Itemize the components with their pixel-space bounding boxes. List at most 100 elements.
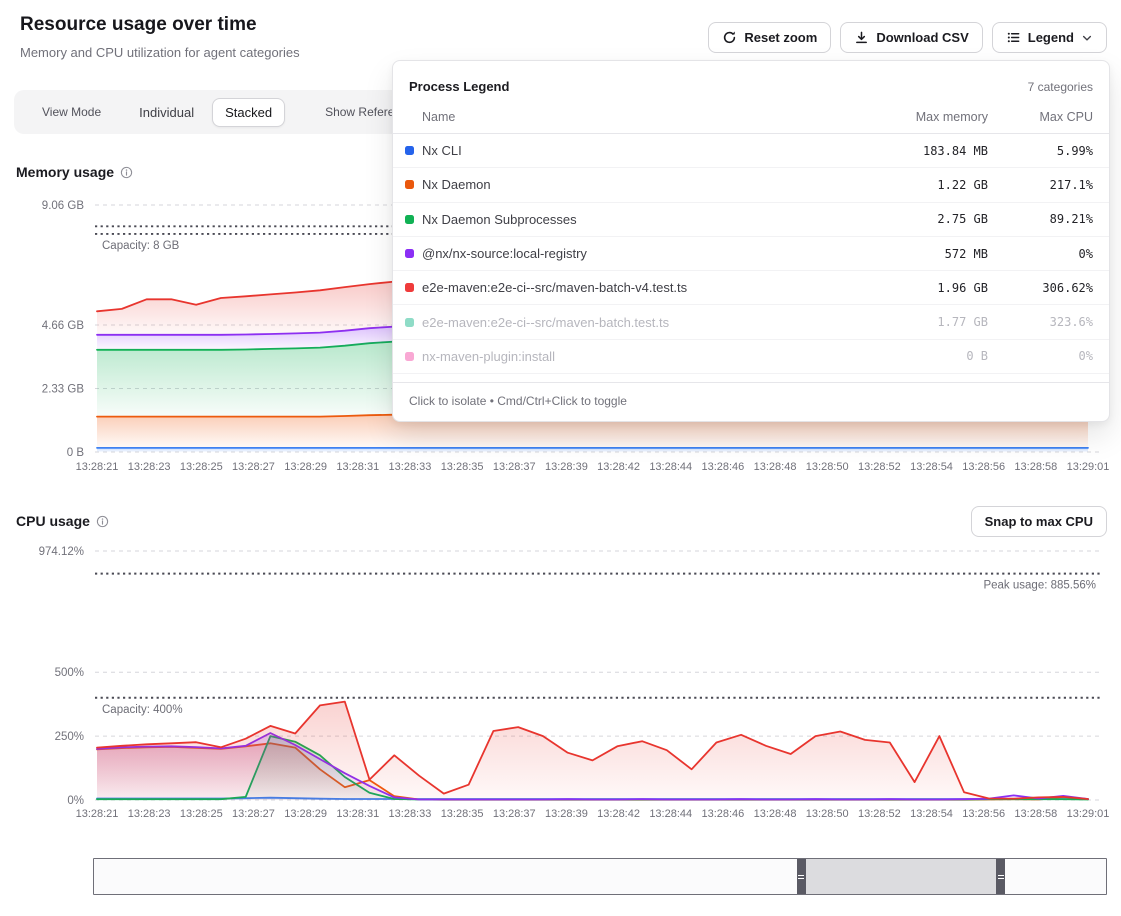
- svg-text:13:28:48: 13:28:48: [754, 461, 797, 473]
- svg-text:13:28:35: 13:28:35: [441, 461, 484, 473]
- legend-row[interactable]: e2e-maven:e2e-ci--src/maven-batch-v4.tes…: [393, 271, 1109, 305]
- process-legend-popup: Process Legend 7 categories Name Max mem…: [392, 60, 1110, 422]
- legend-column-headers: Name Max memory Max CPU: [393, 110, 1109, 134]
- legend-row[interactable]: Nx Daemon1.22 GB217.1%: [393, 168, 1109, 202]
- download-csv-button[interactable]: Download CSV: [840, 22, 982, 53]
- process-legend-title: Process Legend: [409, 79, 509, 94]
- refresh-icon: [722, 30, 737, 45]
- series-max-memory: 1.77 GB: [858, 315, 988, 329]
- series-color-dot: [405, 180, 414, 189]
- series-name: Nx CLI: [422, 143, 858, 158]
- svg-text:13:28:21: 13:28:21: [76, 461, 119, 473]
- svg-text:13:28:50: 13:28:50: [806, 808, 849, 820]
- cpu-usage-chart[interactable]: 0%250%500%974.12%Peak usage: 885.56%Capa…: [0, 540, 1121, 832]
- svg-text:2.33 GB: 2.33 GB: [42, 383, 85, 395]
- download-icon: [854, 30, 869, 45]
- svg-text:13:28:54: 13:28:54: [910, 808, 953, 820]
- svg-text:13:28:29: 13:28:29: [284, 461, 327, 473]
- svg-text:13:28:23: 13:28:23: [128, 808, 171, 820]
- series-color-dot: [405, 283, 414, 292]
- series-name: Nx Daemon: [422, 177, 858, 192]
- brush-handle-right[interactable]: [996, 859, 1005, 894]
- svg-text:9.06 GB: 9.06 GB: [42, 200, 85, 212]
- svg-text:13:28:44: 13:28:44: [649, 461, 692, 473]
- chevron-down-icon: [1081, 32, 1093, 44]
- info-icon[interactable]: [120, 166, 133, 179]
- svg-text:13:28:56: 13:28:56: [962, 808, 1005, 820]
- column-name: Name: [405, 110, 858, 124]
- info-icon[interactable]: [96, 515, 109, 528]
- header-actions: Reset zoom Download CSV Legend: [708, 22, 1107, 53]
- cpu-section-title: CPU usage: [16, 513, 109, 529]
- page-subtitle: Memory and CPU utilization for agent cat…: [20, 45, 300, 60]
- series-color-dot: [405, 318, 414, 327]
- svg-text:13:28:48: 13:28:48: [754, 808, 797, 820]
- svg-text:13:28:37: 13:28:37: [493, 461, 536, 473]
- svg-text:13:28:37: 13:28:37: [493, 808, 536, 820]
- series-max-memory: 0 B: [858, 349, 988, 363]
- svg-text:Capacity: 400%: Capacity: 400%: [102, 704, 183, 716]
- svg-text:13:29:01: 13:29:01: [1067, 461, 1110, 473]
- svg-text:974.12%: 974.12%: [39, 546, 84, 558]
- list-icon: [1006, 30, 1021, 45]
- legend-rows: Nx CLI183.84 MB5.99%Nx Daemon1.22 GB217.…: [393, 134, 1109, 374]
- brush-selection[interactable]: [806, 859, 997, 894]
- svg-text:13:28:39: 13:28:39: [545, 461, 588, 473]
- brush-handle-left[interactable]: [797, 859, 806, 894]
- reset-zoom-button[interactable]: Reset zoom: [708, 22, 831, 53]
- legend-row[interactable]: @nx/nx-source:local-registry572 MB0%: [393, 237, 1109, 271]
- memory-section-title: Memory usage: [16, 164, 133, 180]
- view-mode-segmented-control: Individual Stacked: [127, 98, 285, 127]
- series-name: nx-maven-plugin:install: [422, 349, 858, 364]
- svg-text:13:28:42: 13:28:42: [597, 461, 640, 473]
- series-max-cpu: 89.21%: [988, 212, 1093, 226]
- series-max-memory: 572 MB: [858, 247, 988, 261]
- column-max-memory: Max memory: [858, 110, 988, 124]
- svg-text:13:28:52: 13:28:52: [858, 461, 901, 473]
- svg-text:13:28:23: 13:28:23: [128, 461, 171, 473]
- svg-text:0%: 0%: [67, 795, 84, 807]
- legend-row[interactable]: nx-maven-plugin:install0 B0%: [393, 340, 1109, 374]
- svg-text:13:28:52: 13:28:52: [858, 808, 901, 820]
- svg-text:13:28:35: 13:28:35: [441, 808, 484, 820]
- snap-to-max-cpu-button[interactable]: Snap to max CPU: [971, 506, 1107, 537]
- svg-text:250%: 250%: [55, 731, 84, 743]
- svg-text:13:28:31: 13:28:31: [336, 461, 379, 473]
- svg-text:13:28:42: 13:28:42: [597, 808, 640, 820]
- series-max-cpu: 0%: [988, 349, 1093, 363]
- column-max-cpu: Max CPU: [988, 110, 1093, 124]
- series-color-dot: [405, 352, 414, 361]
- svg-text:13:28:50: 13:28:50: [806, 461, 849, 473]
- legend-row[interactable]: Nx CLI183.84 MB5.99%: [393, 134, 1109, 168]
- svg-text:13:28:25: 13:28:25: [180, 808, 223, 820]
- svg-text:13:28:39: 13:28:39: [545, 808, 588, 820]
- series-max-memory: 1.22 GB: [858, 178, 988, 192]
- svg-text:13:28:46: 13:28:46: [701, 461, 744, 473]
- svg-text:Capacity: 8 GB: Capacity: 8 GB: [102, 240, 180, 252]
- svg-text:13:28:31: 13:28:31: [336, 808, 379, 820]
- svg-text:13:28:46: 13:28:46: [701, 808, 744, 820]
- series-max-cpu: 0%: [988, 247, 1093, 261]
- view-mode-individual[interactable]: Individual: [127, 99, 206, 126]
- legend-dropdown-button[interactable]: Legend: [992, 22, 1107, 53]
- svg-text:13:28:27: 13:28:27: [232, 461, 275, 473]
- svg-text:13:28:33: 13:28:33: [389, 808, 432, 820]
- resource-usage-page: Resource usage over time Memory and CPU …: [0, 0, 1121, 916]
- svg-text:13:28:58: 13:28:58: [1014, 461, 1057, 473]
- time-range-brush[interactable]: [93, 858, 1107, 895]
- view-mode-stacked[interactable]: Stacked: [212, 98, 285, 127]
- series-color-dot: [405, 215, 414, 224]
- series-color-dot: [405, 249, 414, 258]
- svg-text:13:28:29: 13:28:29: [284, 808, 327, 820]
- svg-text:500%: 500%: [55, 667, 84, 679]
- svg-text:4.66 GB: 4.66 GB: [42, 320, 85, 332]
- process-legend-header: Process Legend 7 categories: [393, 61, 1109, 94]
- series-max-cpu: 217.1%: [988, 178, 1093, 192]
- series-color-dot: [405, 146, 414, 155]
- legend-row[interactable]: e2e-maven:e2e-ci--src/maven-batch.test.t…: [393, 305, 1109, 339]
- series-name: @nx/nx-source:local-registry: [422, 246, 858, 261]
- series-name: Nx Daemon Subprocesses: [422, 212, 858, 227]
- series-max-cpu: 5.99%: [988, 144, 1093, 158]
- svg-text:13:28:58: 13:28:58: [1014, 808, 1057, 820]
- legend-row[interactable]: Nx Daemon Subprocesses2.75 GB89.21%: [393, 203, 1109, 237]
